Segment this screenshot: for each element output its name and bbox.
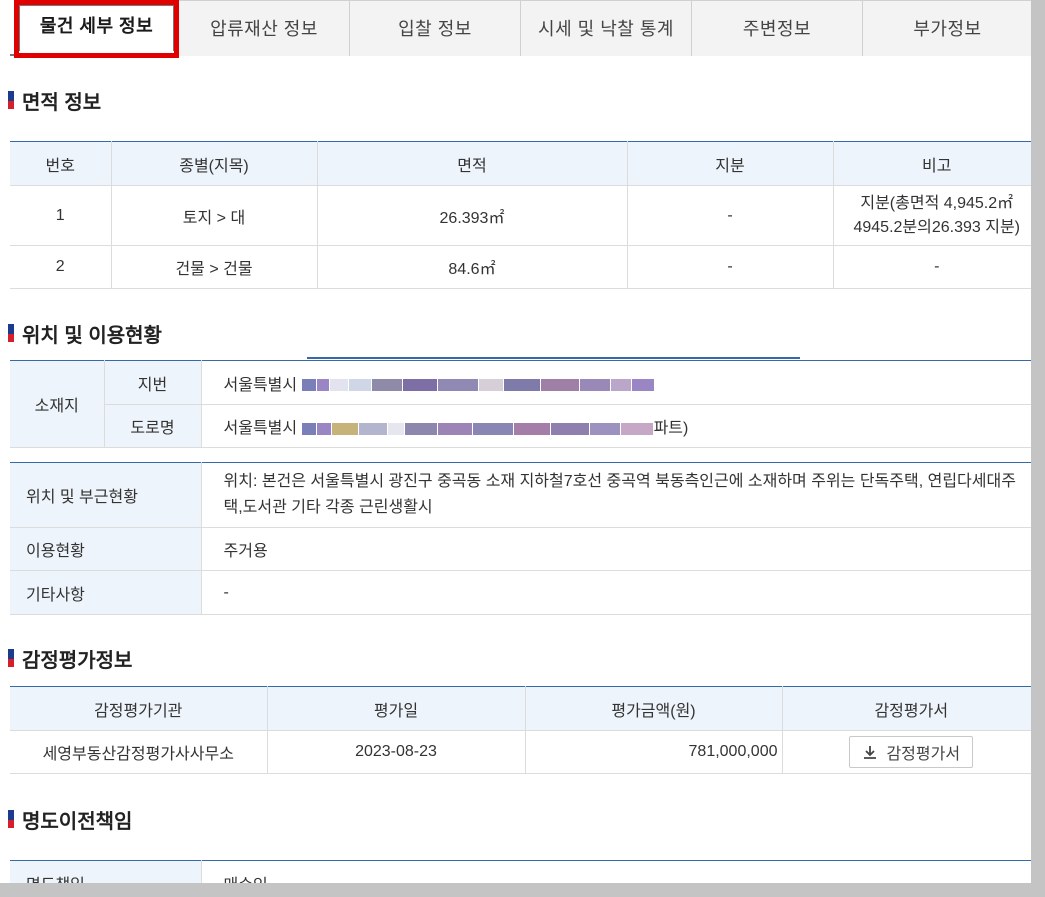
tab-label: 물건 세부 정보: [19, 5, 174, 51]
section-appraisal-heading: 감정평가정보: [8, 646, 133, 672]
address-label: 소재지: [10, 360, 105, 448]
section-location-heading: 위치 및 이용현황: [8, 321, 162, 347]
transfer-label: 명도책임: [10, 860, 202, 883]
tab-additional[interactable]: 부가정보: [863, 0, 1031, 56]
cell-report: 감정평가서: [782, 730, 1031, 774]
redacted-address: [301, 376, 655, 394]
usage-label: 이용현황: [10, 527, 202, 571]
table-header-row: 번호 종별(지목) 면적 지분 비고: [10, 141, 1031, 186]
tab-surroundings[interactable]: 주변정보: [692, 0, 863, 56]
jibun-label: 지번: [104, 360, 202, 405]
redacted-address: [301, 420, 654, 438]
cell-type: 토지 > 대: [111, 185, 318, 246]
cell-note: -: [833, 245, 1031, 289]
table-row: 도로명 서울특별시 파트): [10, 404, 1031, 448]
section-marker-icon: [8, 324, 14, 342]
etc-label: 기타사항: [10, 570, 202, 615]
jibun-city: 서울특별시: [223, 376, 298, 394]
appraisal-table: 감정평가기관 평가일 평가금액(원) 감정평가서 세영부동산감정평가사사무소 2…: [10, 686, 1031, 774]
transfer-value: 매수인: [201, 860, 1031, 883]
tab-bid-info[interactable]: 입찰 정보: [350, 0, 521, 56]
col-header: 종별(지목): [111, 141, 318, 186]
surroundings-value: 위치: 본건은 서울특별시 광진구 중곡동 소재 지하철7호선 중곡역 북동측인…: [201, 462, 1031, 528]
address-table: 소재지 지번 서울특별시 도로명 서울특별시 파트): [10, 360, 1031, 448]
usage-value: 주거용: [201, 527, 1031, 571]
cell-date: 2023-08-23: [267, 730, 526, 774]
col-header: 감정평가기관: [10, 686, 268, 731]
section-title: 명도이전책임: [22, 810, 133, 833]
col-header: 감정평가서: [782, 686, 1031, 731]
cell-org: 세영부동산감정평가사사무소: [10, 730, 268, 774]
cell-share: -: [627, 245, 834, 289]
download-icon: [864, 746, 877, 759]
tab-bar: 물건 세부 정보 압류재산 정보 입찰 정보 시세 및 낙찰 통계 주변정보 부…: [10, 0, 1031, 58]
road-value: 서울특별시 파트): [201, 404, 1031, 448]
vertical-scrollbar[interactable]: [1031, 0, 1045, 897]
section-title: 면적 정보: [22, 91, 102, 114]
transfer-table: 명도책임 매수인: [10, 860, 1031, 883]
section-transfer-heading: 명도이전책임: [8, 807, 133, 833]
cell-area: 26.393㎡: [317, 185, 628, 246]
area-table: 번호 종별(지목) 면적 지분 비고 1 토지 > 대 26.393㎡ - 지분…: [10, 141, 1031, 289]
col-header: 평가금액(원): [525, 686, 783, 731]
appraisal-report-button[interactable]: 감정평가서: [849, 736, 974, 768]
etc-value: -: [201, 570, 1031, 615]
table-row: 세영부동산감정평가사사무소 2023-08-23 781,000,000 감정평…: [10, 730, 1031, 774]
col-header: 평가일: [267, 686, 526, 731]
cell-share: -: [627, 185, 834, 246]
section-marker-icon: [8, 810, 14, 828]
location-table: 위치 및 부근현황 위치: 본건은 서울특별시 광진구 중곡동 소재 지하철7호…: [10, 462, 1031, 615]
cell-area: 84.6㎡: [317, 245, 628, 289]
cell-no: 2: [10, 245, 112, 289]
section-title: 감정평가정보: [22, 649, 133, 672]
col-header: 지분: [627, 141, 834, 186]
col-header: 번호: [10, 141, 112, 186]
table-row: 소재지 지번 서울특별시: [10, 360, 1031, 448]
table-row: 기타사항 -: [10, 570, 1031, 615]
tab-seizure-info[interactable]: 압류재산 정보: [179, 0, 350, 56]
table-row: 이용현황 주거용: [10, 527, 1031, 571]
tab-price-stats[interactable]: 시세 및 낙찰 통계: [521, 0, 692, 56]
cell-no: 1: [10, 185, 112, 246]
table-row: 명도책임 매수인: [10, 860, 1031, 883]
table-header-row: 감정평가기관 평가일 평가금액(원) 감정평가서: [10, 686, 1031, 731]
table-row: 위치 및 부근현황 위치: 본건은 서울특별시 광진구 중곡동 소재 지하철7호…: [10, 462, 1031, 528]
cell-note: 지분(총면적 4,945.2㎡ 4945.2분의26.393 지분): [833, 185, 1031, 246]
col-header: 면적: [317, 141, 628, 186]
surroundings-label: 위치 및 부근현황: [10, 462, 202, 528]
cell-type: 건물 > 건물: [111, 245, 318, 289]
tab-item-detail[interactable]: 물건 세부 정보: [14, 0, 179, 58]
horizontal-scrollbar[interactable]: [0, 883, 1045, 897]
section-area-heading: 면적 정보: [8, 88, 102, 114]
road-label: 도로명: [104, 404, 202, 448]
table-row: 1 토지 > 대 26.393㎡ - 지분(총면적 4,945.2㎡ 4945.…: [10, 185, 1031, 246]
button-label: 감정평가서: [886, 746, 961, 763]
page: 물건 세부 정보 압류재산 정보 입찰 정보 시세 및 낙찰 통계 주변정보 부…: [0, 0, 1031, 883]
section-title: 위치 및 이용현황: [22, 324, 162, 347]
blur-divider: [307, 357, 800, 359]
road-city: 서울특별시: [223, 420, 298, 437]
section-marker-icon: [8, 91, 14, 109]
road-suffix: 파트): [653, 420, 689, 437]
jibun-value: 서울특별시: [201, 360, 1031, 405]
table-row: 2 건물 > 건물 84.6㎡ - -: [10, 245, 1031, 289]
cell-amount: 781,000,000: [525, 730, 783, 774]
section-marker-icon: [8, 649, 14, 667]
col-header: 비고: [833, 141, 1031, 186]
